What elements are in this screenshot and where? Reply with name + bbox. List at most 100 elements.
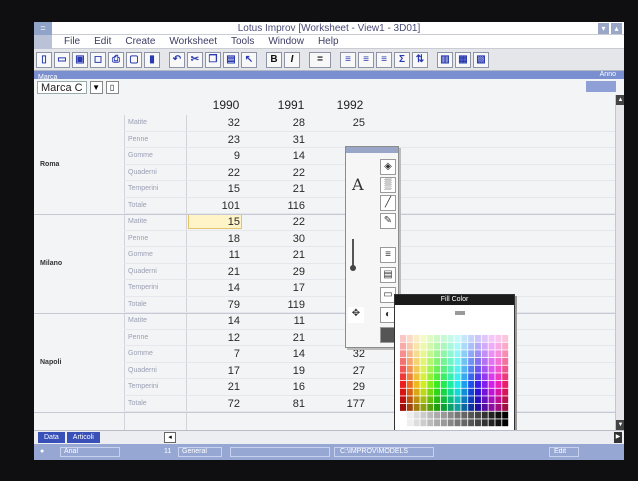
value-cell[interactable]: 9 bbox=[194, 148, 240, 164]
color-swatch[interactable] bbox=[461, 411, 468, 419]
color-swatch[interactable] bbox=[495, 404, 502, 411]
row-item-label[interactable]: Penne bbox=[124, 132, 186, 149]
color-swatch[interactable] bbox=[427, 373, 434, 381]
value-cell[interactable]: 101 bbox=[194, 198, 240, 214]
column-1990[interactable]: 1990 bbox=[196, 95, 256, 115]
color-swatch[interactable] bbox=[474, 419, 481, 427]
color-swatch[interactable] bbox=[434, 350, 441, 358]
color-swatch[interactable] bbox=[434, 419, 441, 427]
color-swatch[interactable] bbox=[461, 365, 468, 373]
menu-edit[interactable]: Edit bbox=[94, 36, 111, 47]
value-cell[interactable]: 14 bbox=[194, 280, 240, 296]
color-swatch[interactable] bbox=[488, 388, 495, 396]
color-swatch[interactable] bbox=[406, 373, 413, 381]
color-swatch[interactable] bbox=[481, 396, 488, 404]
maximize-icon[interactable]: ▴ bbox=[611, 23, 622, 34]
color-swatch[interactable] bbox=[440, 381, 447, 388]
color-swatch[interactable] bbox=[420, 396, 427, 404]
color-swatch[interactable] bbox=[413, 350, 420, 358]
color-swatch[interactable] bbox=[440, 411, 447, 419]
color-swatch[interactable] bbox=[406, 365, 413, 373]
row-item-label[interactable]: Totale bbox=[124, 396, 186, 413]
color-swatch[interactable] bbox=[481, 350, 488, 358]
copy-icon[interactable]: ❐ bbox=[205, 51, 221, 68]
row-item-label[interactable]: Quaderni bbox=[124, 363, 186, 380]
color-swatch[interactable] bbox=[454, 396, 461, 404]
color-swatch[interactable] bbox=[461, 335, 468, 342]
color-swatch[interactable] bbox=[420, 404, 427, 411]
scroll-right-icon[interactable]: ▶ bbox=[614, 432, 622, 443]
color-swatch[interactable] bbox=[447, 350, 454, 358]
color-swatch[interactable] bbox=[461, 396, 468, 404]
rotate-icon[interactable]: ✥ bbox=[348, 307, 364, 323]
menu-worksheet[interactable]: Worksheet bbox=[169, 36, 217, 47]
value-cell[interactable]: 21 bbox=[259, 330, 305, 346]
lines-tool-icon[interactable]: ≡ bbox=[380, 247, 396, 263]
color-swatch[interactable] bbox=[454, 365, 461, 373]
color-swatch[interactable] bbox=[434, 358, 441, 365]
row-item-label[interactable]: Penne bbox=[124, 231, 186, 248]
sum-icon[interactable]: Σ bbox=[394, 51, 410, 68]
color-swatch[interactable] bbox=[481, 342, 488, 350]
color-swatch[interactable] bbox=[406, 388, 413, 396]
color-swatch[interactable] bbox=[427, 411, 434, 419]
status-size[interactable]: 11 bbox=[164, 444, 171, 460]
color-swatch[interactable] bbox=[447, 358, 454, 365]
color-swatch[interactable] bbox=[413, 411, 420, 419]
color-swatch[interactable] bbox=[468, 381, 475, 388]
value-cell[interactable]: 116 bbox=[259, 198, 305, 214]
color-swatch[interactable] bbox=[461, 381, 468, 388]
color-swatch[interactable] bbox=[495, 419, 502, 427]
value-cell[interactable]: 7 bbox=[194, 346, 240, 362]
color-swatch[interactable] bbox=[488, 373, 495, 381]
color-swatch[interactable] bbox=[420, 381, 427, 388]
color-swatch[interactable] bbox=[502, 365, 509, 373]
menu-window[interactable]: Window bbox=[268, 36, 304, 47]
color-swatch[interactable] bbox=[440, 373, 447, 381]
color-swatch[interactable] bbox=[481, 358, 488, 365]
size-slider[interactable] bbox=[350, 239, 356, 273]
color-swatch[interactable] bbox=[461, 404, 468, 411]
category-anno[interactable]: Anno bbox=[596, 71, 616, 79]
cut-icon[interactable]: ✂ bbox=[187, 51, 203, 68]
line-tool-icon[interactable]: ╱ bbox=[380, 195, 396, 211]
color-swatch[interactable] bbox=[434, 381, 441, 388]
color-swatch[interactable] bbox=[440, 396, 447, 404]
color-swatch[interactable] bbox=[495, 342, 502, 350]
color-swatch[interactable] bbox=[481, 419, 488, 427]
row-item-label[interactable]: Quaderni bbox=[124, 165, 186, 182]
color-swatch[interactable] bbox=[447, 404, 454, 411]
palette-title-bar[interactable] bbox=[346, 147, 398, 153]
color-swatch[interactable] bbox=[495, 411, 502, 419]
cursor-icon[interactable]: ↖ bbox=[241, 51, 257, 68]
value-cell[interactable]: 32 bbox=[319, 346, 365, 362]
color-swatch[interactable] bbox=[447, 335, 454, 342]
color-swatch-grid[interactable] bbox=[400, 335, 509, 427]
chart-icon[interactable]: ▮ bbox=[144, 51, 160, 68]
value-cell[interactable]: 21 bbox=[194, 264, 240, 280]
color-swatch[interactable] bbox=[488, 365, 495, 373]
color-swatch[interactable] bbox=[495, 350, 502, 358]
color-swatch[interactable] bbox=[454, 373, 461, 381]
color-swatch[interactable] bbox=[495, 388, 502, 396]
color-swatch[interactable] bbox=[434, 388, 441, 396]
preview-icon[interactable]: ▢ bbox=[126, 51, 142, 68]
color-swatch[interactable] bbox=[474, 388, 481, 396]
color-swatch[interactable] bbox=[427, 358, 434, 365]
value-cell[interactable]: 21 bbox=[194, 379, 240, 395]
color-swatch[interactable] bbox=[434, 411, 441, 419]
color-swatch[interactable] bbox=[400, 404, 407, 411]
row-item-label[interactable]: Gomme bbox=[124, 148, 186, 165]
color-swatch[interactable] bbox=[461, 358, 468, 365]
scroll-up-icon[interactable]: ▲ bbox=[616, 95, 624, 105]
color-swatch[interactable] bbox=[502, 381, 509, 388]
color-swatch[interactable] bbox=[400, 358, 407, 365]
color-swatch[interactable] bbox=[488, 411, 495, 419]
color-swatch[interactable] bbox=[474, 342, 481, 350]
color-swatch[interactable] bbox=[474, 335, 481, 342]
color-swatch[interactable] bbox=[454, 419, 461, 427]
color-swatch[interactable] bbox=[413, 419, 420, 427]
color-swatch[interactable] bbox=[440, 388, 447, 396]
color-swatch[interactable] bbox=[406, 419, 413, 427]
value-cell[interactable]: 17 bbox=[194, 363, 240, 379]
